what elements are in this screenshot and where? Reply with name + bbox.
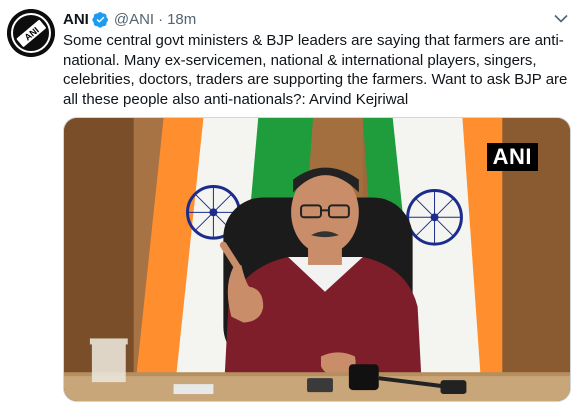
tweet-card[interactable]: ANI ANI @ANI · 18m Some central govt min… (0, 0, 583, 407)
separator-dot: · (158, 10, 164, 28)
chevron-down-icon[interactable] (553, 12, 569, 24)
avatar[interactable]: ANI (7, 9, 55, 57)
verified-badge-icon (92, 11, 109, 28)
author-name[interactable]: ANI (63, 11, 89, 28)
tweet-text: Some central govt ministers & BJP leader… (63, 32, 568, 108)
ani-watermark: ANI (486, 143, 538, 171)
ani-logo-icon: ANI (7, 9, 55, 57)
author-handle[interactable]: @ANI (114, 11, 154, 28)
tweet-header: ANI @ANI · 18m (63, 9, 196, 29)
tweet-media-image[interactable]: ANI (63, 117, 571, 402)
timestamp[interactable]: 18m (167, 11, 196, 28)
